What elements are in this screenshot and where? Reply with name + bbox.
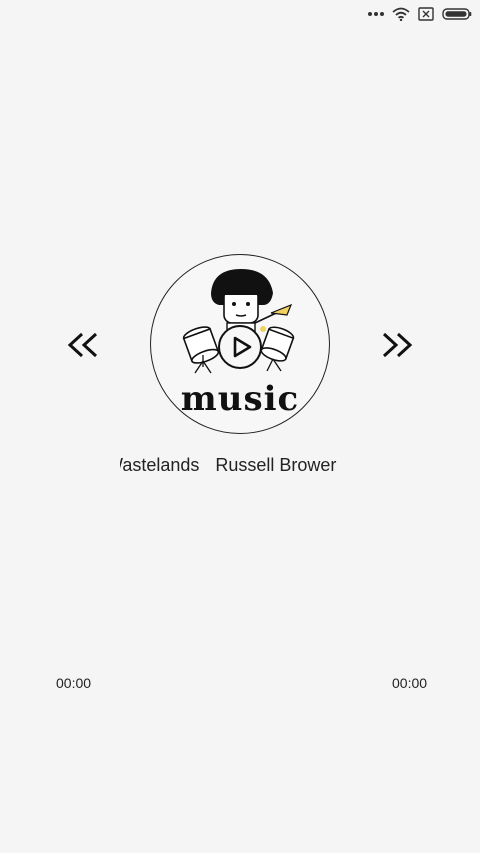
status-bar (0, 0, 480, 30)
play-button[interactable] (218, 325, 262, 369)
double-chevron-right-icon (382, 332, 413, 358)
track-info-marquee: Wastelands Russell Brower (120, 455, 360, 479)
track-title: Wastelands (120, 455, 200, 475)
elapsed-time: 00:00 (56, 675, 92, 691)
album-cover: music (150, 254, 330, 434)
next-track-button[interactable] (376, 328, 416, 362)
track-artist: Russell Brower (215, 455, 337, 475)
double-chevron-left-icon (67, 332, 98, 358)
sim-off-icon (418, 7, 434, 21)
cover-title: music (180, 379, 300, 419)
battery-icon (442, 7, 472, 21)
wifi-icon (392, 7, 410, 21)
player-area: music (0, 250, 480, 440)
total-time: 00:00 (392, 675, 428, 691)
status-icons (368, 4, 472, 24)
play-icon (233, 336, 252, 358)
previous-track-button[interactable] (64, 328, 104, 362)
more-dots-icon (368, 11, 384, 17)
